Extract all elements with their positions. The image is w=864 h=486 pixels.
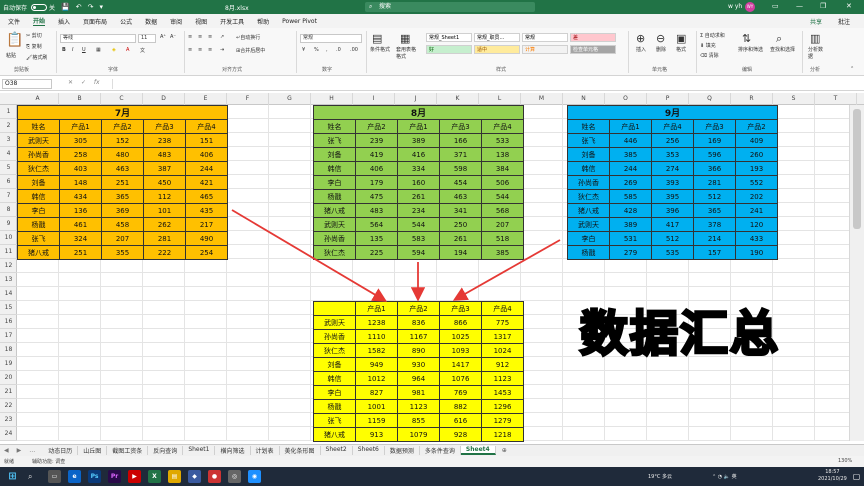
system-tray[interactable]: ⌃ ◔ 🔈 英 xyxy=(712,473,737,480)
edge-icon[interactable]: e xyxy=(68,470,81,483)
scrollbar-thumb[interactable] xyxy=(853,109,861,229)
sheet-tab[interactable]: Sheet4 xyxy=(460,446,496,455)
sheet-tab[interactable]: 反向查询 xyxy=(148,446,184,455)
premiere-icon[interactable]: Pr xyxy=(108,470,121,483)
network-icon[interactable]: ◔ xyxy=(718,474,722,480)
accessibility-status[interactable]: 辅助功能: 调查 xyxy=(32,458,65,465)
arrow-from-july xyxy=(231,209,388,302)
next-sheet-icon[interactable]: ▶ xyxy=(17,447,22,454)
arrow-from-september xyxy=(452,239,561,301)
clock-date: 2021/10/29 xyxy=(818,476,847,482)
file-explorer-icon[interactable]: ▤ xyxy=(168,470,181,483)
photoshop-icon[interactable]: Ps xyxy=(88,470,101,483)
taskbar: ⊞ ⌕ ▭ e Ps Pr ▶ X ▤ ◆ ● ◎ ◉ 19°C 多云 ⌃ ◔ … xyxy=(0,467,864,486)
notifications-icon[interactable]: ▢ xyxy=(850,470,863,483)
windows-start-icon[interactable]: ⊞ xyxy=(6,470,19,483)
sheet-tabs: ◀ ▶ … 动态日历 山丘图 截图工资条 反向查询 Sheet1 横向筛选 计划表 美化条形图… xyxy=(0,444,864,456)
taskbar-search-icon[interactable]: ⌕ xyxy=(28,472,32,482)
input-language[interactable]: 英 xyxy=(732,474,737,480)
add-sheet-icon[interactable]: ⊕ xyxy=(502,447,507,454)
vertical-scrollbar[interactable] xyxy=(849,105,864,441)
zoom-level[interactable]: 130% xyxy=(838,458,852,464)
sheet-tab[interactable]: 山丘图 xyxy=(78,446,108,455)
sheet-tab[interactable]: 美化条形图 xyxy=(280,446,321,455)
sheet-tab[interactable]: 数据预测 xyxy=(385,446,420,455)
app-icon[interactable]: ◆ xyxy=(188,470,201,483)
clock-time: 18:57 xyxy=(825,469,840,475)
clock[interactable]: 18:57 2021/10/29 xyxy=(818,469,847,483)
weather-widget[interactable]: 19°C 多云 xyxy=(648,473,672,480)
volume-icon[interactable]: 🔈 xyxy=(724,474,730,480)
status-ready: 就绪 xyxy=(4,459,15,465)
recorder-icon[interactable]: ● xyxy=(208,470,221,483)
sheet-tab[interactable]: Sheet6 xyxy=(353,446,385,455)
arrows-overlay xyxy=(231,209,561,302)
more-sheets-icon[interactable]: … xyxy=(29,447,35,454)
sheet-tab[interactable]: Sheet2 xyxy=(321,446,353,455)
sheet-tab[interactable]: 计划表 xyxy=(251,446,280,455)
task-view-icon[interactable]: ▭ xyxy=(48,470,61,483)
browser-icon[interactable]: ◉ xyxy=(248,470,261,483)
sheet-tab[interactable]: 动态日历 xyxy=(43,446,79,455)
sheet-tab[interactable]: Sheet1 xyxy=(183,446,216,455)
sheet-tab[interactable]: 多条件查询 xyxy=(420,446,461,455)
prev-sheet-icon[interactable]: ◀ xyxy=(4,447,9,454)
excel-icon[interactable]: X xyxy=(148,470,161,483)
app-icon-2[interactable]: ◎ xyxy=(228,470,241,483)
sheet-tab[interactable]: 横向筛选 xyxy=(215,446,251,455)
media-player-icon[interactable]: ▶ xyxy=(128,470,141,483)
tray-chevron-icon[interactable]: ⌃ xyxy=(712,474,716,480)
status-bar: 就绪 辅助功能: 调查 130% xyxy=(0,456,864,467)
sheet-tab[interactable]: 截图工资条 xyxy=(107,446,149,455)
overlay-caption: 数据汇总 xyxy=(578,305,781,364)
sheet-tab-list: 动态日历 山丘图 截图工资条 反向查询 Sheet1 横向筛选 计划表 美化条形图 Sheet2… xyxy=(43,446,496,455)
